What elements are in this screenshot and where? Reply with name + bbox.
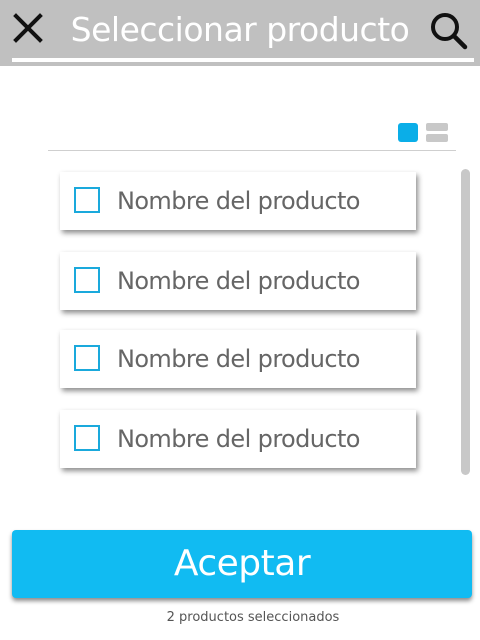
- app-header: Seleccionar producto: [0, 0, 480, 66]
- scrollbar[interactable]: [461, 169, 470, 475]
- product-name: Nombre del producto: [117, 267, 360, 295]
- accept-button[interactable]: Aceptar: [12, 530, 472, 598]
- search-icon: [431, 13, 468, 50]
- search-button[interactable]: [426, 8, 472, 54]
- close-button[interactable]: [8, 8, 48, 48]
- product-card[interactable]: Nombre del producto: [60, 410, 416, 468]
- product-checkbox[interactable]: [74, 425, 100, 451]
- divider: [48, 150, 456, 151]
- product-checkbox[interactable]: [74, 345, 100, 371]
- close-icon: [13, 13, 43, 43]
- product-name: Nombre del producto: [117, 425, 360, 453]
- product-card[interactable]: Nombre del producto: [60, 330, 416, 388]
- product-name: Nombre del producto: [117, 345, 360, 373]
- selection-status: 2 productos seleccionados: [166, 610, 340, 625]
- grid-view-icon[interactable]: [398, 123, 418, 142]
- product-checkbox[interactable]: [74, 267, 100, 293]
- product-card[interactable]: Nombre del producto: [60, 172, 416, 230]
- header-underline: [12, 58, 474, 62]
- list-view-icon[interactable]: [426, 123, 448, 143]
- view-toggle: [398, 123, 450, 143]
- product-card[interactable]: Nombre del producto: [60, 252, 416, 310]
- page-title: Seleccionar producto: [70, 10, 410, 49]
- product-checkbox[interactable]: [74, 187, 100, 213]
- product-name: Nombre del producto: [117, 187, 360, 215]
